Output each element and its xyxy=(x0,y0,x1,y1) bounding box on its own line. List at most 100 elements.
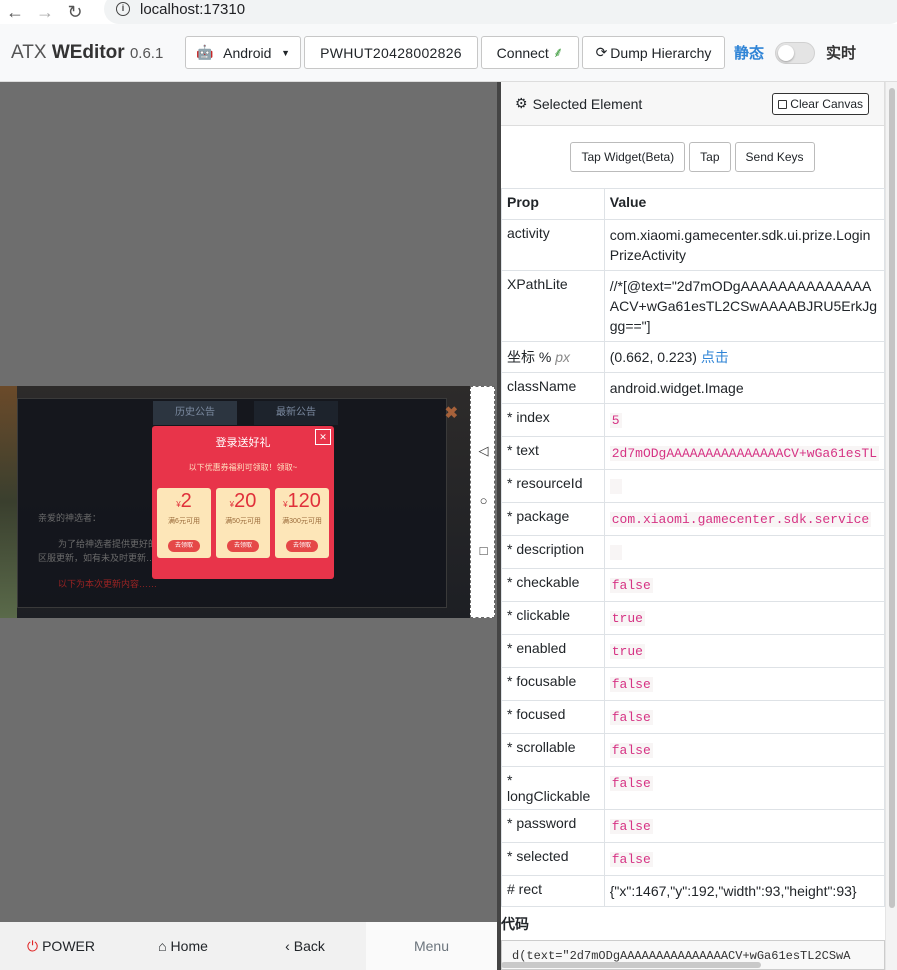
prop-value xyxy=(603,535,886,569)
coupon-card[interactable]: ¥120 满300元可用 去领取 xyxy=(275,488,329,558)
scrollbar-thumb[interactable] xyxy=(889,88,895,908)
prop-row: * clickable true xyxy=(501,601,886,635)
back-arrow-icon[interactable]: ← xyxy=(0,2,30,23)
prop-value-code: true xyxy=(609,644,645,659)
toggle-knob xyxy=(778,44,795,61)
prop-value-code: false xyxy=(609,776,653,791)
cog-icon: ⚙ xyxy=(515,95,528,111)
platform-label: Android xyxy=(223,44,272,61)
coord-unit: px xyxy=(555,349,571,365)
prop-value-code: com.xiaomi.gamecenter.sdk.service xyxy=(609,512,872,527)
forward-arrow-icon[interactable]: → xyxy=(30,2,60,23)
prop-value-code xyxy=(609,479,622,494)
prop-value: false xyxy=(603,842,886,876)
send-keys-button[interactable]: Send Keys xyxy=(734,142,815,172)
prop-value-code: false xyxy=(609,819,653,834)
prop-key: * scrollable xyxy=(501,733,605,767)
home-button[interactable]: ⌂ Home xyxy=(122,922,244,970)
coupon-get-button[interactable]: 去领取 xyxy=(227,540,259,552)
prop-row: * package com.xiaomi.gamecenter.sdk.servi… xyxy=(501,502,886,536)
menu-button[interactable]: Menu xyxy=(366,922,497,970)
rect-value: {"x":1467,"y":192,"width":93,"height":93… xyxy=(603,875,886,907)
nav-back-icon[interactable]: ◁ xyxy=(471,443,496,459)
classname-value: android.widget.Image xyxy=(603,372,886,404)
gift-subtitle: 以下优惠券福利可领取！领取~ xyxy=(188,463,298,472)
prop-row: * checkable false xyxy=(501,568,886,602)
connect-label: Connect xyxy=(496,44,549,61)
chevron-left-icon: ‹ xyxy=(285,938,290,954)
brand-name: WEditor xyxy=(51,41,125,63)
prop-value: 2d7mODgAAAAAAAAAAAAAAACV+wGa61esTL xyxy=(603,436,886,470)
notice-line: 区服更新，如有未及时更新…… xyxy=(38,553,165,563)
prop-key: * package xyxy=(501,502,605,536)
prop-key: * focusable xyxy=(501,667,605,701)
menu-label: Menu xyxy=(413,938,450,954)
prop-row: * enabled true xyxy=(501,634,886,668)
prop-value-code: 2d7mODgAAAAAAAAAAAAAAACV+wGa61esTL xyxy=(609,446,879,461)
gift-popup[interactable]: 登录送好礼 ✕ 以下优惠券福利可领取！领取~ ¥2 满6元可用 去领取 ¥20 … xyxy=(152,426,334,579)
coupon-amount: ¥2 xyxy=(176,490,192,512)
prop-row: * focused false xyxy=(501,700,886,734)
reload-icon[interactable]: ↻ xyxy=(60,2,90,23)
prop-row: * text 2d7mODgAAAAAAAAAAAAAAACV+wGa61esTL xyxy=(501,436,886,470)
prop-value: false xyxy=(603,809,886,843)
coupon-amount: ¥120 xyxy=(283,490,321,512)
brand-prefix: ATX xyxy=(11,41,47,63)
power-button[interactable]: ⏻ POWER xyxy=(0,922,122,970)
code-title: 代码 xyxy=(501,916,529,932)
info-icon[interactable]: i xyxy=(116,2,130,16)
gift-title: 登录送好礼 xyxy=(215,437,271,449)
inspector-panel: ⚙ Selected Element Clear Canvas Tap Widg… xyxy=(501,82,897,970)
connect-button[interactable]: Connect ⸙ xyxy=(481,36,579,69)
address-bar[interactable]: i localhost:17310 xyxy=(104,0,897,24)
notice-close-icon[interactable]: ✖ xyxy=(445,403,458,423)
dump-hierarchy-button[interactable]: ⟳ Dump Hierarchy xyxy=(582,36,725,69)
prop-key: * index xyxy=(501,403,605,437)
prop-row: * resourceId xyxy=(501,469,886,503)
coupon-get-button[interactable]: 去领取 xyxy=(286,540,318,552)
address-url: localhost:17310 xyxy=(140,0,246,18)
prop-value: false xyxy=(603,766,886,810)
notice-tab-history[interactable]: 历史公告 xyxy=(153,401,237,425)
back-button[interactable]: ‹ Back xyxy=(244,922,366,970)
properties-table: Prop Value activity com.xiaomi.gamecente… xyxy=(501,188,886,907)
prop-value-code: false xyxy=(609,677,653,692)
device-screen[interactable]: 历史公告 最新公告 ✖ 亲爱的神选者： 为了给神选者提供更好的游戏体验，将于1月… xyxy=(0,386,470,618)
leaf-icon: ⸙ xyxy=(552,44,564,60)
coupon-get-button[interactable]: 去领取 xyxy=(168,540,200,552)
notice-tab-latest[interactable]: 最新公告 xyxy=(254,401,338,425)
prop-value-code: false xyxy=(609,852,653,867)
realtime-toggle[interactable] xyxy=(775,41,816,64)
device-nav-bar: ◁ ○ □ xyxy=(470,386,495,618)
coupon-card[interactable]: ¥2 满6元可用 去领取 xyxy=(157,488,211,558)
prop-header: Prop xyxy=(501,188,605,220)
coupon-card[interactable]: ¥20 满50元可用 去领取 xyxy=(216,488,270,558)
prop-key: * selected xyxy=(501,842,605,876)
prop-row: * focusable false xyxy=(501,667,886,701)
xpath-value: //*[@text="2d7mODgAAAAAAAAAAAAAAACV+wGa6… xyxy=(603,270,886,342)
coord-value: (0.662, 0.223) 点击 xyxy=(603,341,886,373)
platform-dropdown[interactable]: 🤖 Android ▼ xyxy=(185,36,301,69)
prop-key: * text xyxy=(501,436,605,470)
prop-value: false xyxy=(603,733,886,767)
tap-widget-button[interactable]: Tap Widget(Beta) xyxy=(570,142,686,172)
coord-click-link[interactable]: 点击 xyxy=(701,349,729,365)
app-toolbar: ATX WEditor 0.6.1 🤖 Android ▼ PWHUT20428… xyxy=(0,24,897,82)
prop-value-code xyxy=(609,545,622,560)
clear-canvas-button[interactable]: Clear Canvas xyxy=(772,93,869,115)
serial-input[interactable]: PWHUT20428002826 xyxy=(304,36,478,69)
nav-recent-icon[interactable]: □ xyxy=(471,543,496,558)
device-panel: 历史公告 最新公告 ✖ 亲爱的神选者： 为了给神选者提供更好的游戏体验，将于1月… xyxy=(0,82,497,922)
app-version: 0.6.1 xyxy=(129,44,164,62)
notice-line: 以下为本次更新内容…… xyxy=(58,579,158,589)
inspector-scrollbar[interactable] xyxy=(885,82,897,970)
code-horizontal-scrollbar[interactable] xyxy=(501,962,761,968)
value-header: Value xyxy=(603,188,886,220)
nav-home-icon[interactable]: ○ xyxy=(471,493,496,508)
gift-close-icon[interactable]: ✕ xyxy=(315,429,331,445)
prop-key: * clickable xyxy=(501,601,605,635)
prop-key: * description xyxy=(501,535,605,569)
game-edge-art xyxy=(0,386,17,618)
square-icon xyxy=(778,99,788,109)
tap-button[interactable]: Tap xyxy=(689,142,731,172)
